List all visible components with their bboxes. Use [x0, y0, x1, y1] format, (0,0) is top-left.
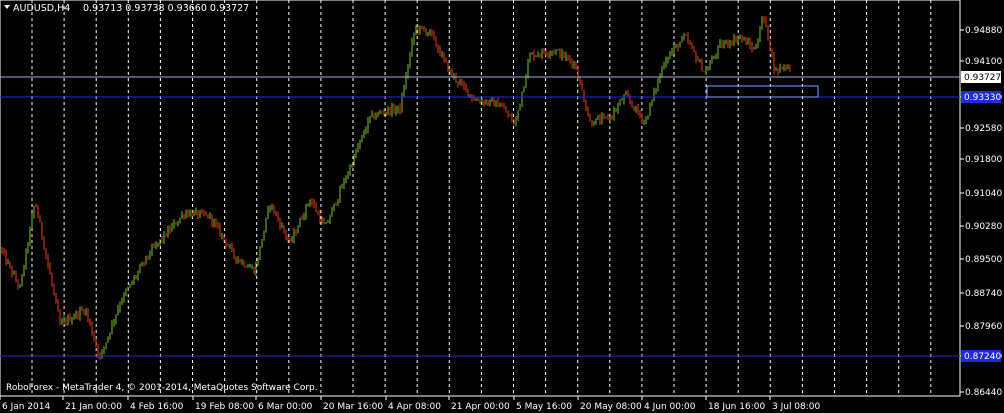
- y-tick-label: 0.86440: [965, 388, 1002, 398]
- y-tick-label: 0.89500: [965, 255, 1002, 265]
- ohlc-values: 0.93713 0.93738 0.93660 0.93727: [83, 3, 249, 14]
- x-tick-label: 5 May 16:00: [516, 402, 572, 412]
- x-tick-label: 6 Mar 00:00: [258, 402, 313, 412]
- blue-level-badge-upper: 0.93330: [961, 91, 1001, 103]
- x-tick-label: 4 Apr 08:00: [388, 402, 441, 412]
- y-tick-label: 0.90280: [965, 222, 1002, 232]
- y-tick-label: 0.92580: [965, 124, 1002, 134]
- chart-canvas: AUDUSD,H4 0.93713 0.93738 0.93660 0.9372…: [0, 0, 1004, 413]
- x-tick-label: 21 Apr 00:00: [451, 402, 510, 412]
- blue-level-badge-lower: 0.87240: [961, 350, 1001, 362]
- blue-level-upper-label: 0.93330: [964, 93, 1001, 103]
- chart-header: AUDUSD,H4 0.93713 0.93738 0.93660 0.9372…: [4, 3, 249, 14]
- y-tick-label: 0.91040: [965, 189, 1002, 199]
- current-price-label: 0.93727: [964, 73, 1001, 83]
- x-tick-label: 3 Jul 08:00: [772, 402, 821, 412]
- y-tick-label: 0.87960: [965, 322, 1002, 332]
- chart-background: [0, 0, 1004, 413]
- x-tick-label: 20 May 08:00: [580, 402, 642, 412]
- symbol-timeframe: AUDUSD,H4: [13, 3, 70, 14]
- y-tick-label: 0.94880: [965, 26, 1002, 36]
- blue-level-lower-label: 0.87240: [964, 352, 1001, 362]
- x-tick-label: 4 Feb 16:00: [130, 402, 184, 412]
- x-tick-label: 4 Jun 00:00: [644, 402, 696, 412]
- y-tick-label: 0.94100: [965, 57, 1002, 67]
- current-price-badge: 0.93727: [961, 71, 1001, 83]
- x-tick-label: 21 Jan 00:00: [65, 402, 122, 412]
- y-tick-label: 0.91800: [965, 155, 1002, 165]
- x-tick-label: 18 Jun 16:00: [708, 402, 765, 412]
- x-tick-label: 19 Feb 08:00: [195, 402, 254, 412]
- x-tick-label: 20 Mar 16:00: [323, 402, 383, 412]
- x-tick-label: 6 Jan 2014: [2, 402, 50, 412]
- copyright-text: RoboForex - MetaTrader 4, © 2001-2014, M…: [6, 383, 318, 393]
- y-tick-label: 0.88740: [965, 289, 1002, 299]
